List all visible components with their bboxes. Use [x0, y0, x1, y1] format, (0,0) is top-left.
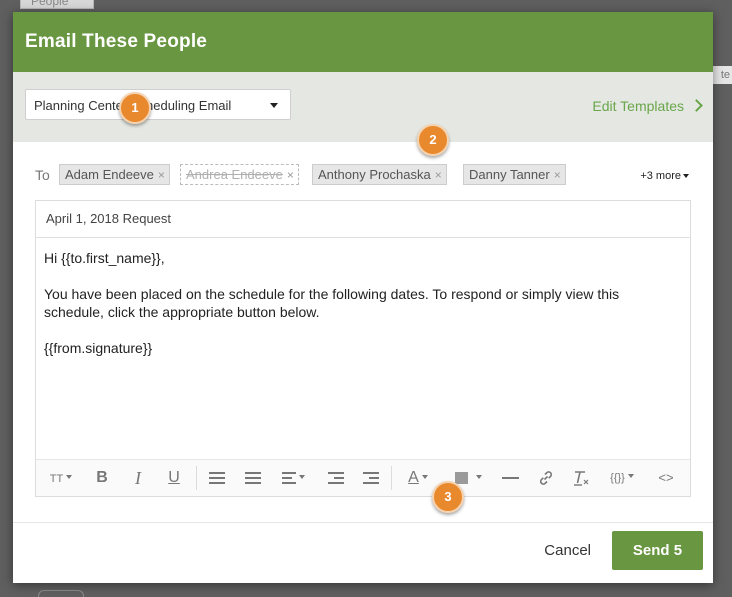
caret-down-icon	[270, 103, 278, 108]
variables-glyph: {{}}	[610, 472, 625, 484]
caret-down-icon	[298, 475, 305, 479]
remove-icon[interactable]: ×	[554, 166, 561, 185]
outdent-button[interactable]	[325, 460, 347, 496]
send-button[interactable]: Send 5	[612, 531, 703, 570]
message-body-editor[interactable]: Hi {{to.first_name}}, You have been plac…	[36, 237, 690, 462]
remove-icon[interactable]: ×	[158, 166, 165, 185]
body-greeting: Hi {{to.first_name}},	[44, 250, 165, 266]
remove-icon[interactable]: ×	[287, 166, 294, 185]
recipient-name: Anthony Prochaska	[318, 167, 431, 182]
step-badge: 2	[417, 124, 449, 156]
font-size-glyph: TT	[49, 473, 64, 485]
text-color-glyph: A	[408, 469, 419, 486]
italic-button[interactable]: I	[128, 460, 148, 496]
backdrop-shape	[38, 590, 84, 597]
link-button[interactable]	[535, 460, 557, 496]
indent-button[interactable]	[360, 460, 382, 496]
recipient-chip[interactable]: Adam Endeeve ×	[59, 164, 170, 185]
toolbar-divider	[196, 466, 197, 490]
code-view-button[interactable]: <>	[655, 460, 677, 496]
text-color-button[interactable]: A	[400, 460, 436, 496]
step-badge: 1	[119, 92, 151, 124]
variables-button[interactable]: {{}}	[604, 460, 640, 496]
horizontal-rule-icon	[501, 476, 519, 479]
step-badge: 3	[432, 481, 464, 513]
modal-footer: Cancel Send 5	[13, 522, 713, 583]
caret-down-icon	[421, 475, 428, 479]
horizontal-rule-button[interactable]	[500, 460, 520, 496]
modal-title: Email These People	[25, 31, 208, 52]
caret-down-icon	[66, 475, 73, 479]
numbered-list-icon	[245, 469, 261, 487]
caret-down-icon	[683, 174, 689, 178]
caret-down-icon	[627, 474, 634, 478]
recipient-name: Adam Endeeve	[65, 167, 154, 182]
recipient-name: Andrea Endeeve	[186, 167, 283, 182]
chevron-right-icon	[690, 99, 703, 112]
align-left-icon	[281, 469, 296, 487]
clear-format-icon	[574, 470, 589, 486]
recipient-chip[interactable]: Anthony Prochaska ×	[312, 164, 447, 185]
to-label: To	[35, 167, 50, 183]
caret-down-icon	[475, 475, 482, 479]
cancel-button[interactable]: Cancel	[544, 542, 591, 559]
highlight-icon	[454, 471, 468, 484]
outdent-icon	[328, 469, 344, 487]
template-bar: Planning Center Scheduling Email Edit Te…	[13, 72, 713, 142]
clear-formatting-button[interactable]	[571, 460, 593, 496]
editor-toolbar: TT B I U A {{}} <>	[36, 459, 690, 496]
edit-templates-link[interactable]: Edit Templates	[592, 98, 703, 114]
toolbar-divider	[391, 466, 392, 490]
template-select[interactable]: Planning Center Scheduling Email	[25, 89, 291, 120]
underline-button[interactable]: U	[164, 460, 184, 496]
more-recipients-toggle[interactable]: +3 more	[640, 170, 689, 182]
body-paragraph: You have been placed on the schedule for…	[44, 286, 620, 320]
compose-box: April 1, 2018 Request Hi {{to.first_name…	[35, 200, 691, 497]
recipients-row: To Adam Endeeve × Andrea Endeeve × Anthony…	[35, 162, 691, 188]
numbered-list-button[interactable]	[242, 460, 264, 496]
bullet-list-button[interactable]	[206, 460, 228, 496]
font-size-button[interactable]: TT	[44, 460, 78, 496]
recipient-chip[interactable]: Danny Tanner ×	[463, 164, 566, 185]
subject-input[interactable]: April 1, 2018 Request	[36, 201, 690, 238]
recipient-name: Danny Tanner	[469, 167, 550, 182]
body-signature: {{from.signature}}	[44, 340, 153, 356]
recipient-chip-excluded[interactable]: Andrea Endeeve ×	[180, 164, 299, 185]
backdrop-people-tab: People	[20, 0, 94, 9]
remove-icon[interactable]: ×	[435, 166, 442, 185]
bold-button[interactable]: B	[92, 460, 112, 496]
edit-templates-label: Edit Templates	[592, 98, 684, 114]
align-button[interactable]	[276, 460, 310, 496]
more-recipients-label: +3 more	[640, 170, 681, 182]
link-icon	[539, 470, 553, 485]
bullet-list-icon	[209, 469, 225, 487]
indent-icon	[363, 469, 379, 487]
modal-header: Email These People	[13, 12, 713, 72]
email-modal: Email These People Planning Center Sched…	[13, 12, 713, 583]
